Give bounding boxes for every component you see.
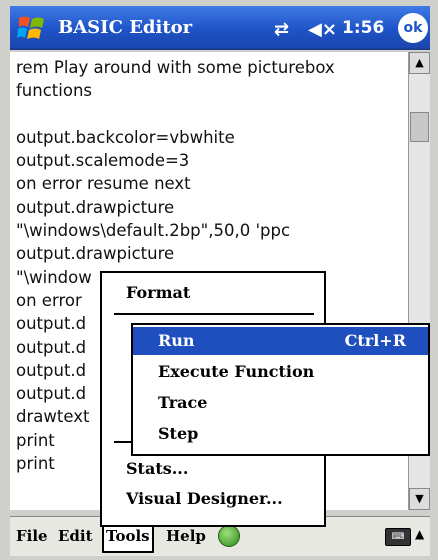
menu-item-visual-designer[interactable]: Visual Designer... (126, 489, 283, 508)
run-submenu: Run Ctrl+R Execute Function Trace Step (131, 323, 430, 456)
menu-item-label: Run (158, 331, 195, 350)
menu-item-label: Step (158, 424, 199, 443)
menu-item-label: Execute Function (158, 362, 315, 381)
device-screen: BASIC Editor ⇄ ◀× 1:56 ok rem Play aroun… (0, 0, 438, 560)
volume-muted-icon[interactable]: ◀× (308, 19, 337, 40)
title-bar: BASIC Editor ⇄ ◀× 1:56 ok (10, 6, 430, 50)
menu-file[interactable]: File (16, 527, 48, 545)
code-line: rem Play around with some picturebox (16, 58, 335, 77)
connectivity-icon[interactable]: ⇄ (274, 19, 289, 40)
scroll-thumb[interactable] (410, 112, 429, 142)
windows-start-icon[interactable] (16, 12, 48, 44)
scroll-up-arrow-icon[interactable]: ▲ (409, 52, 430, 74)
menu-item-execute-function[interactable]: Execute Function (133, 358, 428, 386)
clock[interactable]: 1:56 (342, 18, 384, 38)
ok-button[interactable]: ok (398, 13, 428, 43)
menu-item-run[interactable]: Run Ctrl+R (133, 327, 428, 355)
menu-item-stats[interactable]: Stats... (126, 459, 188, 478)
app-title: BASIC Editor (58, 17, 193, 38)
menu-item-step[interactable]: Step (133, 420, 428, 448)
code-line: functions (16, 81, 92, 101)
code-line: "\windows\default.2bp",50,0 'ppc (16, 221, 291, 241)
connection-status-icon[interactable] (218, 525, 240, 547)
menu-item-shortcut: Ctrl+R (344, 331, 406, 350)
code-line: output.backcolor=vbwhite (16, 127, 235, 147)
code-line: output.drawpicture (16, 197, 175, 217)
code-line: output.scalemode=3 (16, 151, 190, 171)
scroll-down-arrow-icon[interactable]: ▼ (409, 488, 430, 510)
menu-item-trace[interactable]: Trace (133, 389, 428, 417)
menu-separator (114, 313, 314, 315)
keyboard-icon[interactable]: ⌨ (385, 528, 411, 546)
menu-edit[interactable]: Edit (58, 527, 93, 545)
menu-item-label: Trace (158, 393, 208, 412)
menu-help[interactable]: Help (166, 527, 206, 545)
menu-item-format[interactable]: Format (126, 283, 190, 302)
code-line: on error resume next (16, 174, 191, 194)
sip-up-arrow-icon[interactable]: ▲ (415, 527, 424, 541)
code-line: output.drawpicture (16, 244, 175, 264)
